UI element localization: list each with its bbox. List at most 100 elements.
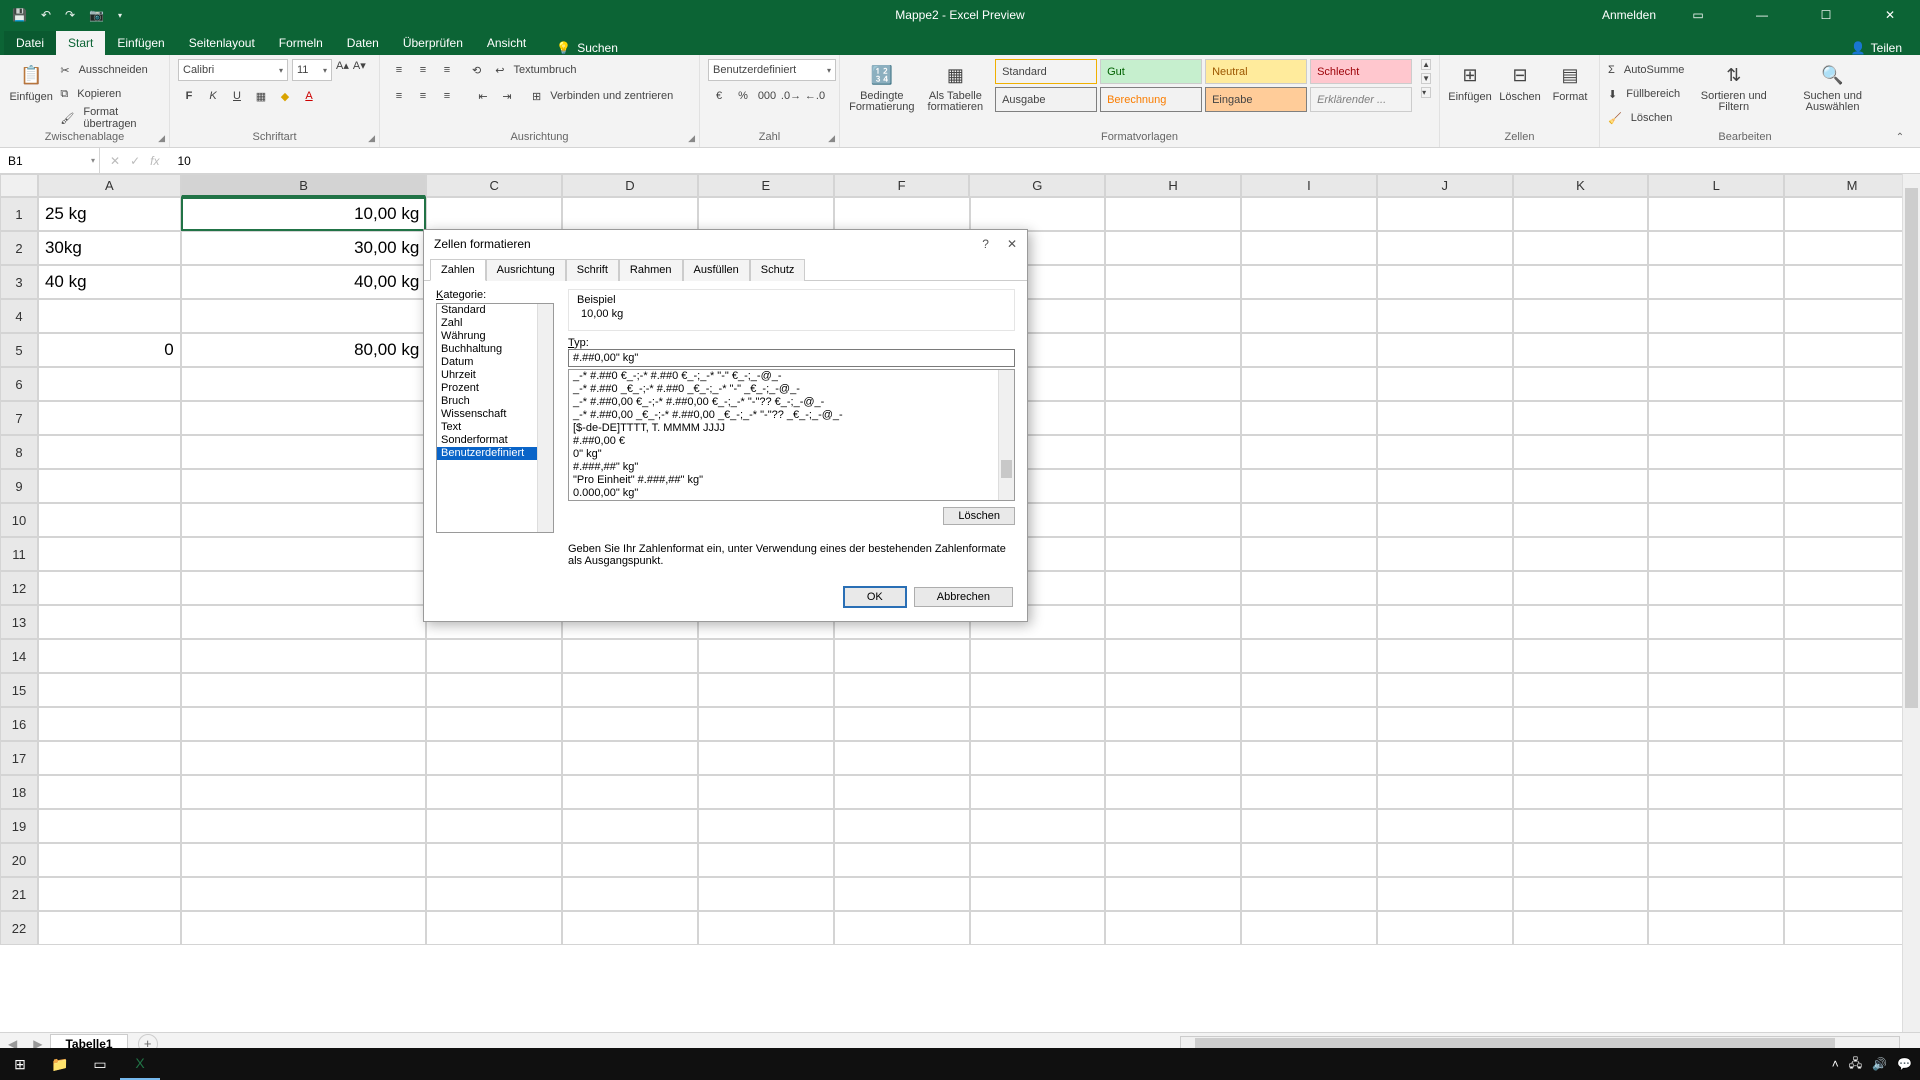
cell[interactable]	[1648, 911, 1784, 945]
column-header[interactable]: J	[1377, 174, 1513, 197]
cell[interactable]	[1784, 673, 1920, 707]
align-middle-icon[interactable]: ≡	[412, 59, 434, 81]
format-item[interactable]: 0" kg"	[569, 448, 1014, 461]
fill-color-button[interactable]: ◆	[274, 85, 296, 107]
cell[interactable]	[1377, 503, 1513, 537]
delete-cells-button[interactable]: ⊟Löschen	[1498, 59, 1542, 105]
tray-volume-icon[interactable]: 🔊	[1872, 1057, 1887, 1071]
column-header[interactable]: A	[38, 174, 181, 197]
dlg-tab-zahlen[interactable]: Zahlen	[430, 259, 486, 281]
cut-button[interactable]: ✂ Ausschneiden	[60, 59, 161, 81]
copy-button[interactable]: ⧉ Kopieren	[60, 83, 161, 105]
cell[interactable]	[1513, 639, 1649, 673]
cell[interactable]	[1105, 673, 1241, 707]
cell[interactable]	[1241, 673, 1377, 707]
dlg-tab-ausfuellen[interactable]: Ausfüllen	[683, 259, 750, 281]
cell[interactable]	[1377, 265, 1513, 299]
cell[interactable]	[1241, 401, 1377, 435]
grow-font-icon[interactable]: A▴	[336, 59, 349, 81]
row-header[interactable]: 9	[0, 469, 38, 503]
cell[interactable]	[1377, 571, 1513, 605]
format-item[interactable]: #.###,00" kg"	[569, 500, 1014, 501]
cell[interactable]	[38, 741, 181, 775]
cell[interactable]	[1648, 503, 1784, 537]
listbox-scrollbar[interactable]	[998, 370, 1014, 500]
formula-input[interactable]: 10	[169, 154, 1920, 168]
tab-einfuegen[interactable]: Einfügen	[105, 31, 176, 55]
align-left-icon[interactable]: ≡	[388, 85, 410, 107]
cell[interactable]	[1241, 367, 1377, 401]
cell[interactable]	[1377, 809, 1513, 843]
cell[interactable]	[1784, 231, 1920, 265]
cell[interactable]	[1784, 605, 1920, 639]
row-header[interactable]: 3	[0, 265, 38, 299]
cell[interactable]	[181, 299, 427, 333]
cell[interactable]	[1377, 435, 1513, 469]
cell[interactable]	[426, 707, 562, 741]
cell[interactable]	[1513, 775, 1649, 809]
tab-start[interactable]: Start	[56, 31, 105, 55]
cell[interactable]	[426, 877, 562, 911]
cell[interactable]	[1105, 775, 1241, 809]
cell[interactable]	[834, 707, 970, 741]
cell[interactable]	[1784, 367, 1920, 401]
kategorie-listbox[interactable]: StandardZahlWährungBuchhaltungDatumUhrze…	[436, 303, 554, 533]
cell[interactable]	[38, 673, 181, 707]
row-header[interactable]: 5	[0, 333, 38, 367]
format-item[interactable]: 0.000,00" kg"	[569, 487, 1014, 500]
category-item[interactable]: Zahl	[437, 317, 553, 330]
cell[interactable]	[1105, 265, 1241, 299]
cell[interactable]	[1513, 877, 1649, 911]
cell[interactable]	[1377, 673, 1513, 707]
cell[interactable]	[181, 707, 427, 741]
cell[interactable]	[1513, 231, 1649, 265]
paste-button[interactable]: 📋 Einfügen	[8, 59, 54, 105]
dialog-launcher-icon[interactable]: ◢	[688, 133, 695, 144]
cell[interactable]	[38, 605, 181, 639]
format-item[interactable]: "Pro Einheit" #.###,##" kg"	[569, 474, 1014, 487]
style-berechnung[interactable]: Berechnung	[1100, 87, 1202, 112]
cell[interactable]	[970, 843, 1106, 877]
tab-datei[interactable]: Datei	[4, 31, 56, 55]
cell[interactable]	[1784, 571, 1920, 605]
style-ausgabe[interactable]: Ausgabe	[995, 87, 1097, 112]
cell[interactable]	[834, 843, 970, 877]
row-header[interactable]: 7	[0, 401, 38, 435]
cell[interactable]	[1648, 707, 1784, 741]
row-header[interactable]: 12	[0, 571, 38, 605]
cell[interactable]	[426, 775, 562, 809]
cell[interactable]	[1105, 503, 1241, 537]
column-header[interactable]: M	[1784, 174, 1920, 197]
dialog-close-icon[interactable]: ✕	[1007, 237, 1017, 251]
cell[interactable]	[1784, 469, 1920, 503]
insert-cells-button[interactable]: ⊞Einfügen	[1448, 59, 1492, 105]
cell[interactable]: 40,00 kg	[181, 265, 427, 299]
cell[interactable]	[38, 299, 181, 333]
category-item[interactable]: Benutzerdefiniert	[437, 447, 553, 460]
cell[interactable]: 40 kg	[38, 265, 181, 299]
cell[interactable]	[181, 775, 427, 809]
border-button[interactable]: ▦	[250, 85, 272, 107]
column-header[interactable]: C	[426, 174, 562, 197]
cell[interactable]	[1784, 911, 1920, 945]
cell[interactable]	[1513, 911, 1649, 945]
dlg-tab-schutz[interactable]: Schutz	[750, 259, 806, 281]
row-header[interactable]: 11	[0, 537, 38, 571]
cell[interactable]	[698, 673, 834, 707]
thousands-icon[interactable]: 000	[756, 85, 778, 107]
dlg-tab-schrift[interactable]: Schrift	[566, 259, 619, 281]
undo-icon[interactable]: ↶	[41, 8, 51, 22]
cell[interactable]	[834, 877, 970, 911]
cell[interactable]	[1513, 299, 1649, 333]
format-item[interactable]: _-* #.##0 €_-;-* #.##0 €_-;_-* "-" €_-;_…	[569, 370, 1014, 383]
cell[interactable]	[1648, 571, 1784, 605]
row-header[interactable]: 2	[0, 231, 38, 265]
category-item[interactable]: Standard	[437, 304, 553, 317]
cell[interactable]	[1105, 537, 1241, 571]
row-header[interactable]: 15	[0, 673, 38, 707]
cell[interactable]	[181, 537, 427, 571]
tab-seitenlayout[interactable]: Seitenlayout	[177, 31, 267, 55]
category-item[interactable]: Bruch	[437, 395, 553, 408]
cell[interactable]	[1377, 197, 1513, 231]
row-header[interactable]: 10	[0, 503, 38, 537]
